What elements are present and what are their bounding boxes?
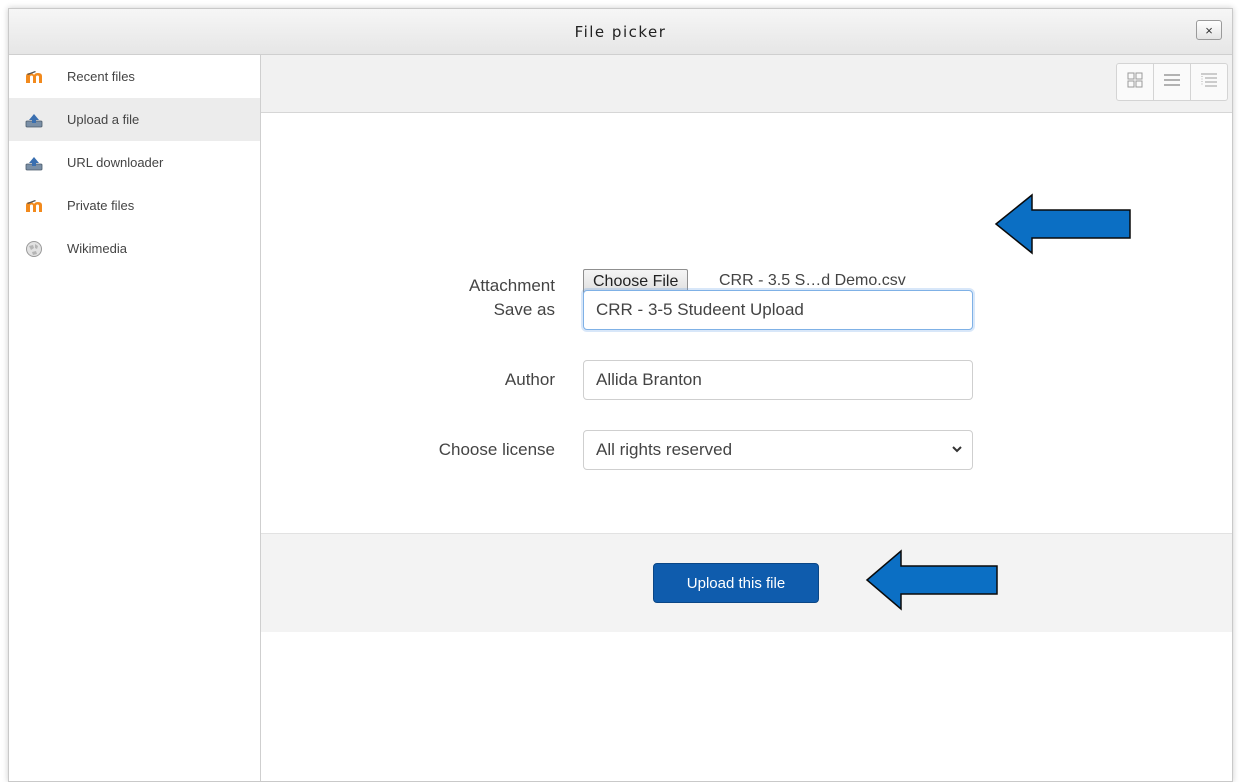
moodle-icon [25, 197, 43, 215]
list-view-button[interactable] [1153, 64, 1190, 100]
close-button[interactable]: × [1196, 20, 1222, 40]
upload-form: Attachment Choose File CRR - 3.5 S…d Dem… [261, 113, 1232, 533]
moodle-icon [25, 68, 43, 86]
icon-view-button[interactable] [1117, 64, 1153, 100]
sidebar-item-url-downloader[interactable]: URL downloader [9, 141, 260, 184]
sidebar-item-label: URL downloader [67, 155, 164, 170]
upload-icon [25, 111, 43, 129]
save-as-input[interactable] [583, 290, 973, 330]
author-row: Author [261, 360, 1232, 400]
sidebar-item-private-files[interactable]: Private files [9, 184, 260, 227]
tree-view-button[interactable] [1190, 64, 1227, 100]
author-label: Author [504, 370, 555, 389]
sidebar-item-label: Wikimedia [67, 241, 127, 256]
license-label: Choose license [438, 440, 555, 459]
upload-footer: Upload this file [261, 533, 1232, 632]
close-icon: × [1205, 22, 1213, 38]
wikimedia-globe-icon [25, 240, 43, 258]
sidebar-item-upload-a-file[interactable]: Upload a file [9, 98, 260, 141]
picker-toolbar [261, 55, 1232, 113]
dialog-title: File picker [574, 23, 667, 41]
tree-view-icon [1200, 72, 1218, 93]
upload-annotation-arrow [865, 549, 998, 611]
sidebar-item-label: Recent files [67, 69, 135, 84]
icon-view-icon [1127, 72, 1143, 93]
upload-this-file-button[interactable]: Upload this file [653, 563, 819, 603]
sidebar-item-wikimedia[interactable]: Wikimedia [9, 227, 260, 270]
picker-main-area: Attachment Choose File CRR - 3.5 S…d Dem… [261, 55, 1232, 781]
file-picker-dialog: File picker × Recent files Upload a file… [8, 8, 1233, 782]
license-selected-value: All rights reserved [583, 430, 973, 470]
license-select[interactable]: All rights reserved [583, 430, 973, 470]
save-as-label: Save as [493, 300, 555, 319]
selected-filename: CRR - 3.5 S…d Demo.csv [719, 272, 906, 289]
author-input[interactable] [583, 360, 973, 400]
dialog-titlebar: File picker × [9, 9, 1232, 55]
url-download-icon [25, 154, 43, 172]
sidebar-item-label: Upload a file [67, 112, 140, 127]
repository-sidebar: Recent files Upload a file URL downloade… [9, 55, 261, 781]
save-as-row: Save as [261, 290, 1232, 330]
list-view-icon [1163, 73, 1181, 92]
chevron-down-icon [951, 442, 963, 460]
license-row: Choose license All rights reserved [261, 430, 1232, 470]
sidebar-item-recent-files[interactable]: Recent files [9, 55, 260, 98]
view-switcher [1116, 63, 1228, 101]
attachment-annotation-arrow [994, 193, 1131, 255]
sidebar-item-label: Private files [67, 198, 135, 213]
